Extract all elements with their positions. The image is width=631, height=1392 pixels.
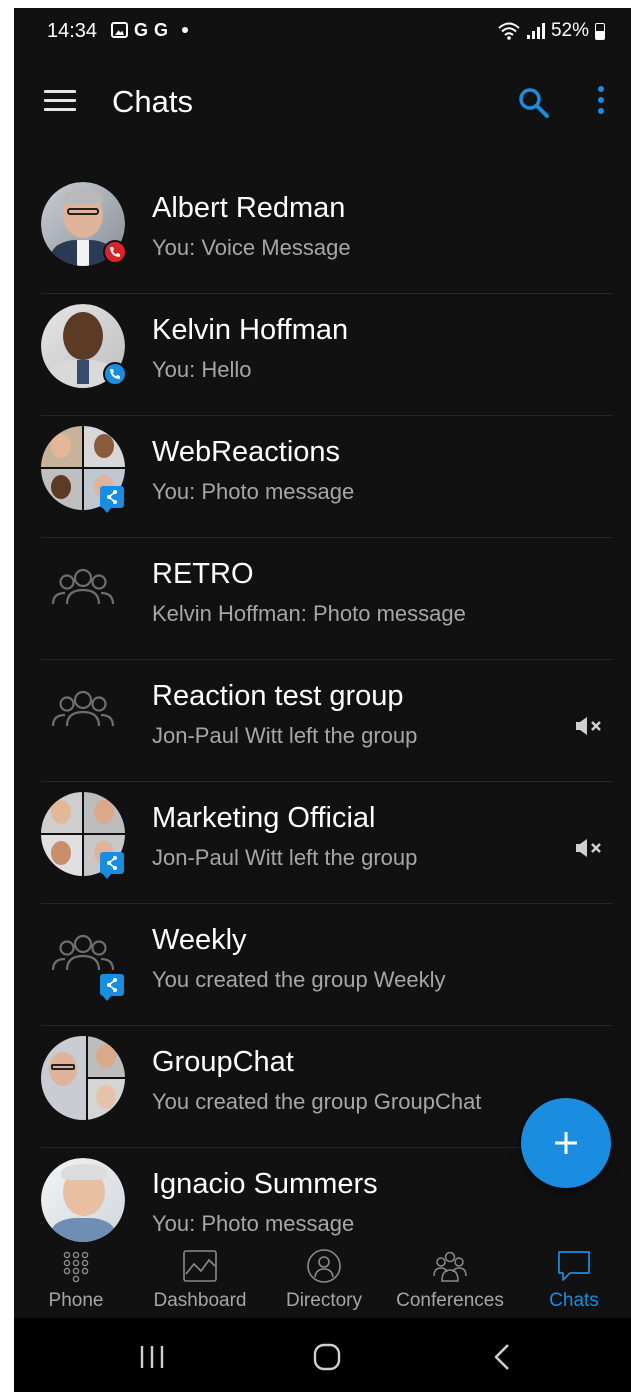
- chat-item-marketing-official[interactable]: Marketing Official Jon-Paul Witt left th…: [14, 782, 631, 904]
- shared-chat-icon: [100, 974, 124, 1001]
- battery-percent: 52%: [550, 20, 589, 41]
- chat-preview: Kelvin Hoffman: Photo message: [152, 601, 466, 626]
- page-title: Chats: [112, 84, 193, 119]
- nav-tab-conferences[interactable]: Conferences: [390, 1242, 510, 1318]
- nav-label: Chats: [549, 1290, 599, 1311]
- signal-strength-icon: [526, 23, 545, 39]
- chat-item-weekly[interactable]: Weekly You created the group Weekly: [14, 904, 631, 1026]
- chat-item-retro[interactable]: RETRO Kelvin Hoffman: Photo message: [14, 538, 631, 660]
- group-outline-icon: [51, 568, 115, 605]
- chat-list: Albert Redman You: Voice Message Kelvin …: [14, 172, 631, 1270]
- recents-icon[interactable]: [132, 1342, 172, 1372]
- gallery-notification-icon: [111, 22, 128, 38]
- nav-label: Dashboard: [153, 1290, 247, 1311]
- google-notification-icon: G: [134, 20, 149, 40]
- chat-preview: You: Voice Message: [152, 235, 351, 260]
- chat-item-albert-redman[interactable]: Albert Redman You: Voice Message: [14, 172, 631, 294]
- chat-item-kelvin-hoffman[interactable]: Kelvin Hoffman You: Hello: [14, 294, 631, 416]
- contact-directory-icon: [307, 1249, 341, 1283]
- muted-speaker-icon: [576, 839, 601, 857]
- shared-chat-icon: [100, 486, 124, 513]
- chat-bubble-icon: [558, 1251, 590, 1281]
- chat-preview: You: Hello: [152, 357, 252, 382]
- hamburger-menu-icon[interactable]: [44, 90, 76, 112]
- home-icon[interactable]: [307, 1342, 347, 1372]
- chat-preview: You: Photo message: [152, 479, 355, 504]
- battery-icon: [595, 22, 605, 40]
- nav-label: Conferences: [396, 1290, 504, 1311]
- nav-tab-phone[interactable]: Phone: [16, 1242, 136, 1318]
- nav-label: Directory: [285, 1290, 362, 1311]
- nav-tab-dashboard[interactable]: Dashboard: [140, 1242, 260, 1318]
- avatar: [41, 1158, 125, 1242]
- group-outline-icon: [51, 690, 115, 727]
- chat-preview: You created the group GroupChat: [152, 1089, 482, 1114]
- more-vertical-icon[interactable]: [594, 86, 608, 120]
- nav-tab-chats[interactable]: Chats: [514, 1242, 631, 1318]
- muted-speaker-icon: [576, 717, 601, 735]
- chat-name: Ignacio Summers: [152, 1168, 378, 1200]
- system-nav-bar: [14, 1318, 631, 1392]
- chat-name: Albert Redman: [152, 192, 346, 224]
- search-icon[interactable]: [517, 86, 551, 120]
- chat-name: Weekly: [152, 924, 247, 956]
- chat-preview: You created the group Weekly: [152, 967, 446, 992]
- chat-item-webreactions[interactable]: WebReactions You: Photo message: [14, 416, 631, 538]
- dashboard-chart-icon: [183, 1250, 217, 1282]
- nav-label: Phone: [48, 1290, 104, 1311]
- chat-name: WebReactions: [152, 436, 341, 468]
- chat-name: Kelvin Hoffman: [152, 314, 349, 346]
- dialpad-icon: [63, 1251, 89, 1283]
- notification-icons: G G: [111, 20, 189, 40]
- missed-call-icon: [103, 240, 127, 264]
- shared-chat-icon: [100, 852, 124, 879]
- chat-name: Reaction test group: [152, 680, 404, 712]
- wifi-icon: [498, 22, 520, 40]
- more-notifications-dot-icon: [182, 27, 189, 33]
- status-time: 14:34: [47, 20, 98, 42]
- status-bar: 14:34 G G 52%: [14, 8, 631, 58]
- conference-group-icon: [433, 1251, 467, 1282]
- bottom-nav: Phone Dashboard Directory Conferences Ch…: [14, 1242, 631, 1318]
- nav-tab-directory[interactable]: Directory: [264, 1242, 384, 1318]
- chat-preview: Jon-Paul Witt left the group: [152, 723, 418, 748]
- chat-name: GroupChat: [152, 1046, 294, 1078]
- chat-preview: You: Photo message: [152, 1211, 355, 1236]
- chat-item-reaction-test-group[interactable]: Reaction test group Jon-Paul Witt left t…: [14, 660, 631, 782]
- avatar: [41, 1036, 125, 1120]
- new-chat-button[interactable]: [521, 1098, 611, 1188]
- chat-preview: Jon-Paul Witt left the group: [152, 845, 418, 870]
- status-right: 52%: [497, 20, 605, 42]
- back-icon[interactable]: [484, 1342, 524, 1372]
- app-bar: Chats: [14, 68, 631, 138]
- google-notification-icon-2: G: [154, 20, 169, 40]
- phone-screen: 14:34 G G 52% Chats Albert Redman You: V…: [14, 8, 631, 1392]
- call-icon: [103, 362, 127, 386]
- chat-name: RETRO: [152, 558, 254, 590]
- chat-name: Marketing Official: [152, 802, 376, 834]
